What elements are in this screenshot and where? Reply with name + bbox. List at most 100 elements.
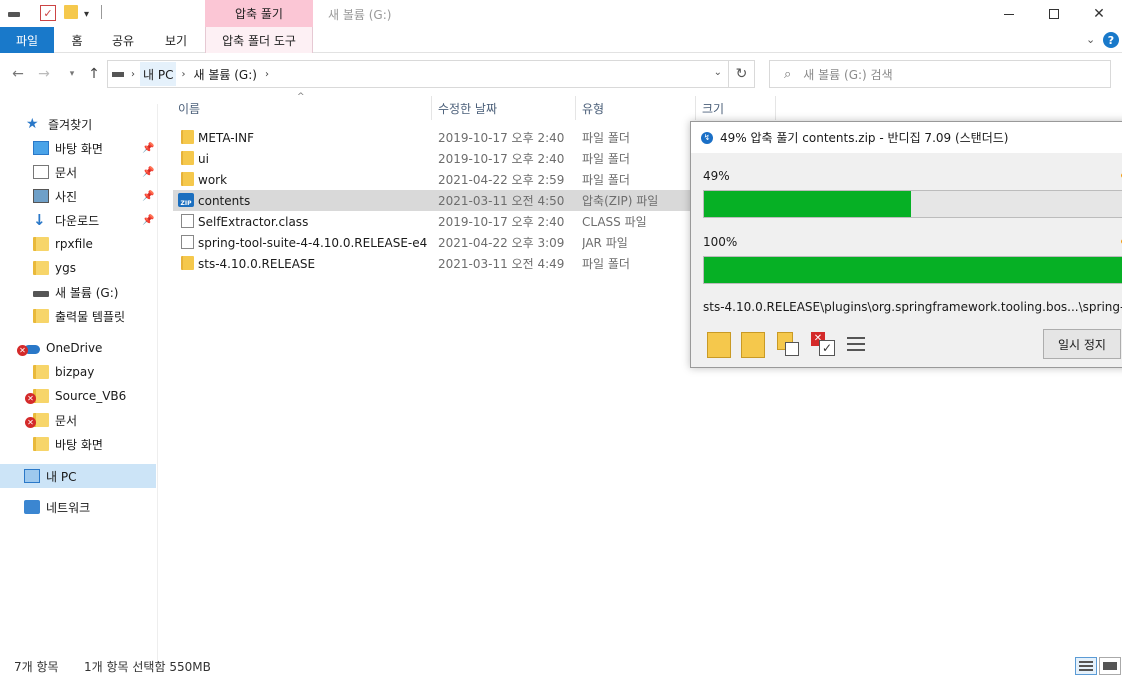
drive-icon[interactable] — [8, 5, 22, 23]
sidebar-item-network[interactable]: 네트워크 — [0, 495, 156, 519]
chevron-right-icon[interactable]: › — [131, 69, 135, 80]
column-divider[interactable] — [775, 96, 776, 120]
sidebar-item-quick-access[interactable]: ★ 즐겨찾기 — [0, 112, 156, 136]
breadcrumb-this-pc[interactable]: 내 PC — [140, 62, 177, 86]
sidebar-item-label: bizpay — [55, 365, 95, 379]
sidebar-item-label: 사진 — [55, 189, 78, 204]
status-item-count: 7개 항목 — [14, 660, 59, 674]
up-arrow-icon[interactable]: ↑ — [84, 64, 104, 84]
file-row[interactable]: sts-4.10.0.RELEASE 2021-03-11 오전 4:49 파일… — [173, 253, 693, 274]
sidebar-item-pictures[interactable]: 사진 📌 — [0, 184, 156, 208]
sidebar-item-onedrive[interactable]: OneDrive ✕ — [0, 336, 156, 360]
copy-files-icon[interactable] — [777, 332, 801, 358]
chevron-down-icon[interactable]: ⌄ — [714, 67, 722, 78]
column-divider[interactable] — [431, 96, 432, 120]
file-type: 파일 폴더 — [582, 152, 630, 166]
breadcrumb-volume[interactable]: 새 볼륨 (G:) — [190, 62, 259, 86]
sidebar-item-this-pc[interactable]: 내 PC — [0, 464, 156, 488]
details-view-icon[interactable] — [1075, 657, 1097, 675]
sidebar-item-label: 문서 — [55, 413, 78, 428]
tab-compressed-folder-tools[interactable]: 압축 폴더 도구 — [205, 27, 313, 53]
network-icon — [24, 500, 40, 514]
help-icon[interactable]: ? — [1103, 32, 1119, 48]
sidebar-item-label: 즐겨찾기 — [48, 117, 93, 132]
new-folder-icon[interactable] — [64, 5, 78, 19]
minimize-button[interactable] — [986, 0, 1032, 28]
column-divider[interactable] — [695, 96, 696, 120]
sidebar-item-ygs[interactable]: ygs — [0, 256, 156, 280]
column-header-date[interactable]: 수정한 날짜 — [438, 96, 497, 120]
zip-file-icon: ZIP — [178, 193, 194, 207]
title-bar: ✓ ▾ 압축 풀기 새 볼륨 (G:) ✕ — [0, 0, 1122, 30]
tab-home[interactable]: 홈 — [62, 27, 92, 53]
recent-locations-icon[interactable]: ▾ — [62, 64, 82, 84]
file-name: work — [198, 172, 228, 187]
chevron-right-icon[interactable]: › — [265, 69, 269, 80]
column-divider[interactable] — [575, 96, 576, 120]
sidebar-item-bizpay[interactable]: bizpay — [0, 360, 156, 384]
open-destination-icon[interactable] — [741, 332, 765, 358]
file-date: 2021-04-22 오후 3:09 — [438, 236, 565, 250]
folder-icon — [33, 365, 49, 379]
chevron-right-icon[interactable]: › — [181, 69, 185, 80]
forward-arrow-icon[interactable]: → — [34, 64, 54, 84]
file-name: sts-4.10.0.RELEASE — [198, 256, 316, 271]
sidebar-item-label: OneDrive — [46, 341, 103, 355]
column-header-type[interactable]: 유형 — [582, 96, 604, 120]
folder-icon — [181, 256, 194, 270]
pictures-icon — [33, 189, 49, 203]
close-on-complete-icon[interactable]: ✕ ✓ — [811, 332, 835, 358]
large-icons-view-icon[interactable] — [1099, 657, 1121, 675]
sidebar-item-source-vb6[interactable]: Source_VB6 ✕ — [0, 384, 156, 408]
sidebar-item-volume-g[interactable]: 새 볼륨 (G:) — [0, 280, 156, 304]
file-type: CLASS 파일 — [582, 215, 647, 229]
column-header-name[interactable]: 이름 — [178, 96, 200, 120]
properties-icon[interactable]: ✓ — [40, 5, 56, 21]
sort-ascending-icon: ^ — [297, 92, 305, 102]
sidebar-item-print-templates[interactable]: 출력물 템플릿 — [0, 304, 156, 328]
sidebar-item-downloads[interactable]: ↓ 다운로드 📌 — [0, 208, 156, 232]
file-row-selected[interactable]: ZIP contents 2021-03-11 오전 4:50 압축(ZIP) … — [173, 190, 693, 211]
extract-progress-dialog: ↯ 49% 압축 풀기 contents.zip - 반디집 7.09 (스탠더… — [690, 121, 1122, 368]
expand-ribbon-icon[interactable]: ⌄ — [1086, 33, 1095, 46]
file-row[interactable]: spring-tool-suite-4-4.10.0.RELEASE-e4.1.… — [173, 232, 693, 253]
sidebar-item-label: rpxfile — [55, 237, 93, 251]
address-bar[interactable]: › 내 PC › 새 볼륨 (G:) › ⌄ — [107, 60, 729, 88]
window-title: 새 볼륨 (G:) — [328, 8, 392, 22]
customize-toolbar-icon[interactable]: ▾ — [84, 5, 89, 23]
sidebar-item-documents[interactable]: 문서 📌 — [0, 160, 156, 184]
close-button[interactable]: ✕ — [1076, 0, 1122, 28]
drive-icon — [112, 71, 126, 77]
star-icon: ★ — [26, 116, 39, 132]
file-row[interactable]: work 2021-04-22 오후 2:59 파일 폴더 — [173, 169, 693, 190]
file-row[interactable]: SelfExtractor.class 2019-10-17 오후 2:40 C… — [173, 211, 693, 232]
sidebar-item-onedrive-documents[interactable]: 문서 ✕ — [0, 408, 156, 432]
open-folder-icon[interactable] — [707, 332, 731, 358]
file-row[interactable]: META-INF 2019-10-17 오후 2:40 파일 폴더 — [173, 127, 693, 148]
tab-share[interactable]: 공유 — [106, 27, 140, 53]
sidebar-item-label: 새 볼륨 (G:) — [55, 285, 119, 300]
tab-view[interactable]: 보기 — [160, 27, 192, 53]
tab-file[interactable]: 파일 — [0, 27, 54, 53]
dialog-title-bar[interactable]: ↯ 49% 압축 풀기 contents.zip - 반디집 7.09 (스탠더… — [691, 122, 1122, 153]
search-input[interactable]: ⌕ 새 볼륨 (G:) 검색 — [769, 60, 1111, 88]
pin-icon: 📌 — [142, 214, 155, 226]
sidebar-item-onedrive-desktop[interactable]: 바탕 화면 — [0, 432, 156, 456]
progress-bar-file — [703, 190, 1122, 218]
file-type: 파일 폴더 — [582, 131, 630, 145]
sidebar-item-desktop[interactable]: 바탕 화면 📌 — [0, 136, 156, 160]
file-icon — [181, 214, 194, 228]
back-arrow-icon[interactable]: ← — [8, 64, 28, 84]
sidebar-item-rpxfile[interactable]: rpxfile — [0, 232, 156, 256]
file-type: JAR 파일 — [582, 236, 628, 250]
file-row[interactable]: ui 2019-10-17 오후 2:40 파일 폴더 — [173, 148, 693, 169]
error-icon: ✕ — [25, 393, 36, 404]
file-type: 파일 폴더 — [582, 173, 630, 187]
pause-button[interactable]: 일시 정지 — [1043, 329, 1121, 359]
context-tab-extract: 압축 풀기 — [205, 0, 313, 27]
maximize-button[interactable] — [1031, 0, 1077, 28]
folder-icon — [181, 151, 194, 165]
column-header-size[interactable]: 크기 — [702, 96, 724, 120]
refresh-button[interactable]: ↻ — [729, 60, 755, 88]
menu-icon[interactable] — [847, 337, 865, 355]
